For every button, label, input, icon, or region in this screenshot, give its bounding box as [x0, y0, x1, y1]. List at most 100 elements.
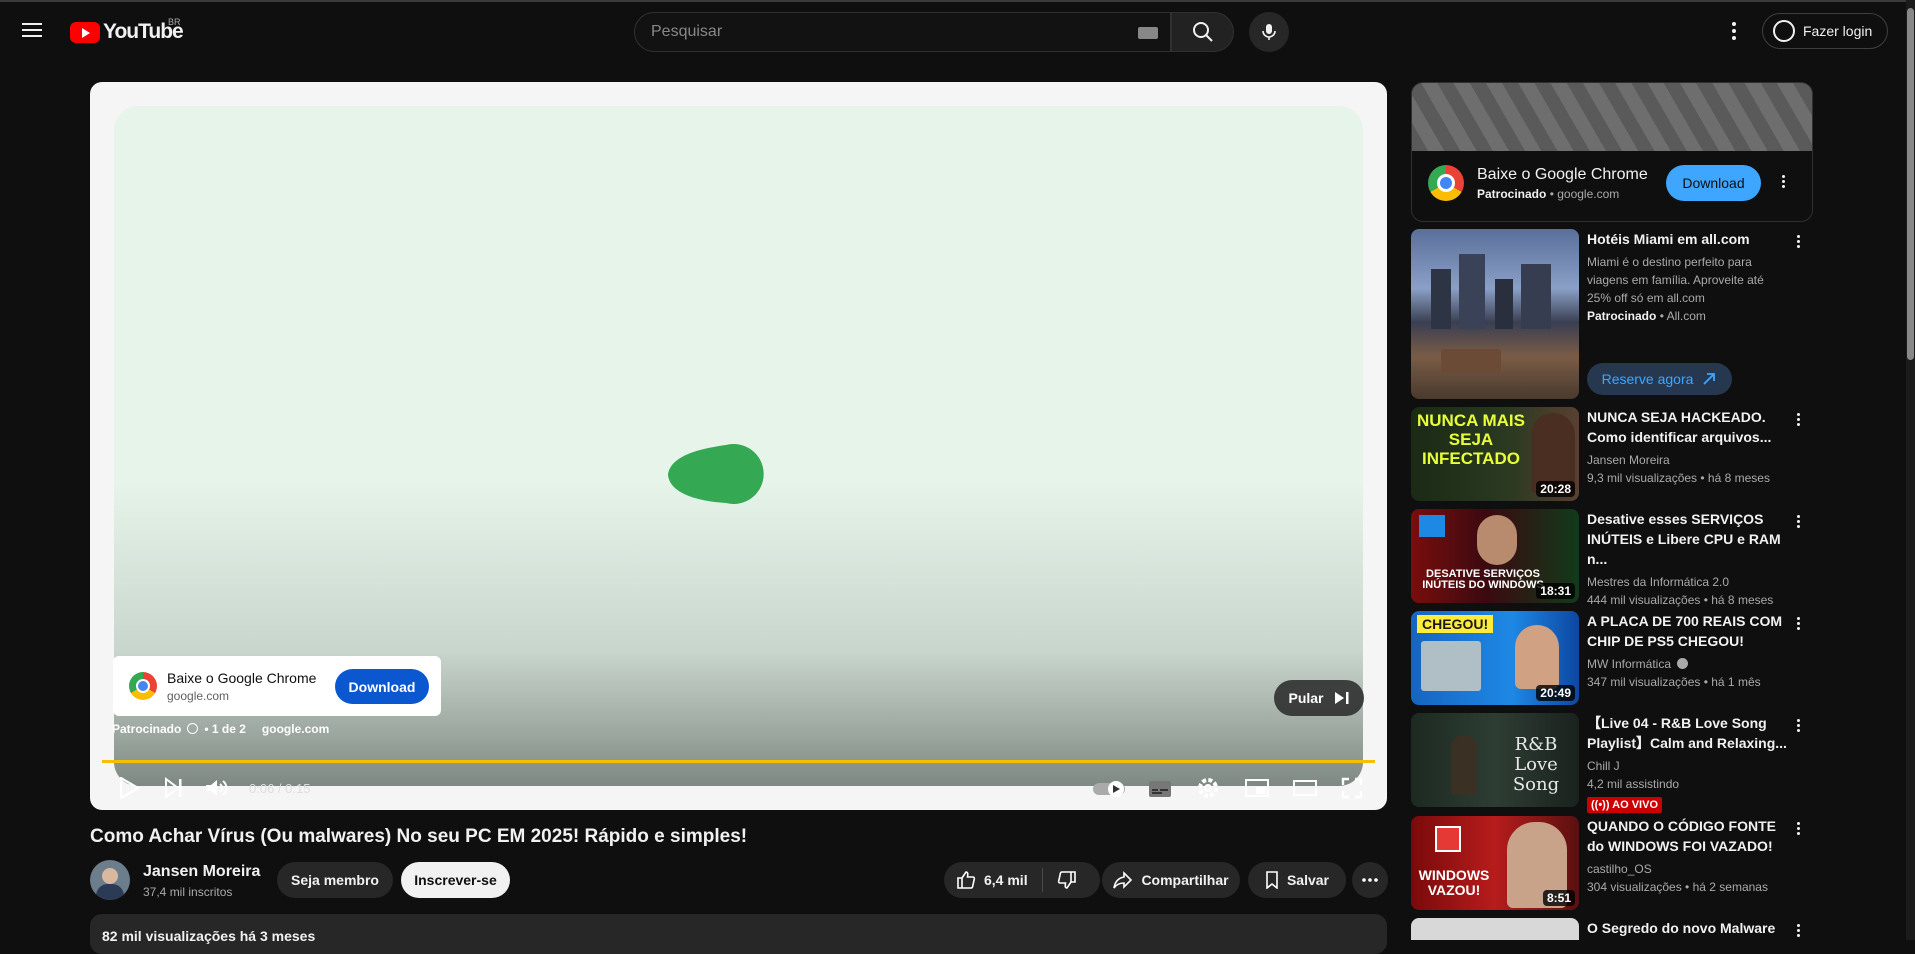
video-more-icon[interactable]: [1797, 717, 1800, 734]
player-ad-card[interactable]: Baixe o Google Chrome google.com Downloa…: [113, 656, 441, 716]
thumbnail-text: DESATIVE SERVIÇOS INÚTEIS DO WINDOWS: [1422, 568, 1544, 591]
page-scrollbar[interactable]: [1906, 0, 1915, 940]
ad-download-button[interactable]: Download: [335, 669, 429, 704]
video-title[interactable]: QUANDO O CÓDIGO FONTE do WINDOWS FOI VAZ…: [1587, 816, 1787, 856]
sidebar-ad-download-button[interactable]: Download: [1666, 165, 1761, 201]
login-button[interactable]: Fazer login: [1762, 13, 1888, 49]
video-thumbnail[interactable]: WINDOWS VAZOU! 8:51: [1411, 816, 1579, 910]
ad-domain: google.com: [167, 688, 230, 703]
ad-position: • 1 de 2: [204, 722, 246, 736]
video-thumbnail[interactable]: DESATIVE SERVIÇOS INÚTEIS DO WINDOWS 18:…: [1411, 509, 1579, 603]
next-video-icon[interactable]: [164, 776, 184, 800]
ad-progress-bar[interactable]: [102, 760, 1375, 763]
thumbnail-text: CHEGOU!: [1417, 615, 1494, 633]
search-input[interactable]: [635, 13, 1115, 51]
video-title[interactable]: NUNCA SEJA HACKEADO. Como identificar ar…: [1587, 407, 1787, 447]
sidebar-ad-meta: Patrocinado • google.com: [1477, 186, 1620, 201]
volume-icon[interactable]: [204, 776, 228, 800]
channel-name[interactable]: Jansen Moreira: [1587, 451, 1787, 469]
live-label: AO VIVO: [1612, 799, 1658, 811]
verified-icon: [1677, 658, 1689, 669]
video-more-icon[interactable]: [1797, 922, 1800, 939]
save-button[interactable]: Salvar: [1248, 862, 1346, 898]
video-meta: 4,2 mil assistindo: [1587, 777, 1680, 791]
more-horizontal-icon: [1362, 878, 1378, 882]
video-title[interactable]: 【Live 04 - R&B Love Song Playlist】Calm a…: [1587, 713, 1787, 753]
live-badge: ((•)) AO VIVO: [1587, 797, 1662, 813]
video-duration: 18:31: [1536, 583, 1575, 599]
video-thumbnail[interactable]: R&B Love Song: [1411, 713, 1579, 807]
skip-ad-button[interactable]: Pular: [1274, 680, 1364, 716]
autoplay-toggle[interactable]: [1092, 780, 1128, 798]
channel-name[interactable]: MW Informática: [1587, 657, 1671, 671]
description-box[interactable]: 82 mil visualizações há 3 meses: [90, 914, 1387, 954]
recommended-video[interactable]: DESATIVE SERVIÇOS INÚTEIS DO WINDOWS 18:…: [1411, 509, 1813, 607]
video-more-icon[interactable]: [1797, 513, 1800, 530]
join-button[interactable]: Seja membro: [277, 862, 393, 898]
search-button[interactable]: [1171, 12, 1234, 52]
voice-search-button[interactable]: [1249, 12, 1289, 52]
youtube-logo[interactable]: YouTube BR: [70, 17, 184, 44]
description-summary: 82 mil visualizações há 3 meses: [102, 928, 316, 944]
hotel-ad-thumbnail[interactable]: [1411, 229, 1579, 399]
recommended-video[interactable]: WINDOWS VAZOU! 8:51 QUANDO O CÓDIGO FONT…: [1411, 816, 1813, 910]
recommended-video[interactable]: NUNCA MAIS SEJA INFECTADO 20:28 NUNCA SE…: [1411, 407, 1813, 501]
channel-name[interactable]: Chill J: [1587, 757, 1787, 775]
video-meta: 444 mil visualizações • há 8 meses: [1587, 593, 1774, 607]
video-title[interactable]: A PLACA DE 700 REAIS COM CHIP DE PS5 CHE…: [1587, 611, 1787, 651]
menu-icon[interactable]: [20, 19, 44, 43]
theater-mode-icon[interactable]: [1292, 776, 1318, 800]
top-bar: YouTube BR Fazer login: [0, 0, 1915, 58]
sidebar-ad-domain: google.com: [1557, 186, 1620, 201]
video-title[interactable]: O Segredo do novo Malware: [1587, 918, 1787, 938]
settings-more-icon[interactable]: [1724, 19, 1744, 43]
video-more-icon[interactable]: [1797, 411, 1800, 428]
player-controls: 0:06 / 0:15: [90, 768, 1387, 810]
ad-animation-shape: [668, 444, 764, 504]
play-icon[interactable]: [118, 776, 140, 800]
video-title[interactable]: Desative esses SERVIÇOS INÚTEIS e Libere…: [1587, 509, 1787, 569]
recommended-video[interactable]: R&B Love Song 【Live 04 - R&B Love Song P…: [1411, 713, 1813, 813]
video-thumbnail[interactable]: CHEGOU! 20:49: [1411, 611, 1579, 705]
miniplayer-icon[interactable]: [1244, 776, 1270, 800]
settings-gear-icon[interactable]: [1196, 776, 1220, 800]
channel-name[interactable]: Mestres da Informática 2.0: [1587, 573, 1787, 591]
recommended-video[interactable]: O Segredo do novo Malware: [1411, 918, 1813, 940]
chrome-logo-icon: [1428, 165, 1464, 201]
video-thumbnail[interactable]: NUNCA MAIS SEJA INFECTADO 20:28: [1411, 407, 1579, 501]
ad-domain-link[interactable]: google.com: [262, 722, 329, 736]
like-button[interactable]: 6,4 mil: [944, 862, 1028, 898]
channel-avatar[interactable]: [90, 860, 130, 900]
channel-name[interactable]: Jansen Moreira: [143, 863, 260, 881]
channel-name[interactable]: castilho_OS: [1587, 860, 1787, 878]
video-duration: 20:28: [1536, 481, 1575, 497]
hotel-ad[interactable]: Hotéis Miami em all.com Miami é o destin…: [1411, 229, 1813, 399]
keyboard-icon[interactable]: [1138, 27, 1158, 39]
video-thumbnail[interactable]: [1411, 918, 1579, 940]
hotel-ad-title[interactable]: Hotéis Miami em all.com: [1587, 229, 1787, 249]
fullscreen-icon[interactable]: [1340, 776, 1364, 800]
time-display: 0:06 / 0:15: [249, 781, 311, 796]
sidebar-ad-sponsored: Patrocinado: [1477, 186, 1547, 201]
sidebar-ad[interactable]: Baixe o Google Chrome Patrocinado • goog…: [1411, 82, 1813, 222]
video-more-icon[interactable]: [1797, 615, 1800, 632]
recommended-video[interactable]: CHEGOU! 20:49 A PLACA DE 700 REAIS COM C…: [1411, 611, 1813, 705]
channel-name-row: MW Informática: [1587, 655, 1787, 673]
login-label: Fazer login: [1803, 23, 1873, 39]
hotel-ad-meta: Patrocinado • All.com: [1587, 309, 1706, 323]
more-actions-button[interactable]: [1352, 862, 1388, 898]
search-box: [634, 12, 1171, 52]
search-icon: [1193, 22, 1213, 42]
ad-title: Baixe o Google Chrome: [167, 669, 317, 686]
video-more-icon[interactable]: [1797, 820, 1800, 837]
sidebar-ad-more-icon[interactable]: [1782, 173, 1785, 190]
video-title: Como Achar Vírus (Ou malwares) No seu PC…: [90, 826, 748, 847]
thumbs-down-icon[interactable]: [1057, 870, 1077, 890]
share-button[interactable]: Compartilhar: [1102, 862, 1240, 898]
captions-icon[interactable]: [1148, 779, 1172, 799]
subscribe-button[interactable]: Inscrever-se: [401, 862, 510, 898]
info-icon[interactable]: [187, 723, 199, 734]
hotel-ad-more-icon[interactable]: [1797, 233, 1800, 250]
reserve-button[interactable]: Reserve agora: [1587, 363, 1732, 395]
thumbnail-text: R&B Love Song: [1512, 734, 1560, 795]
